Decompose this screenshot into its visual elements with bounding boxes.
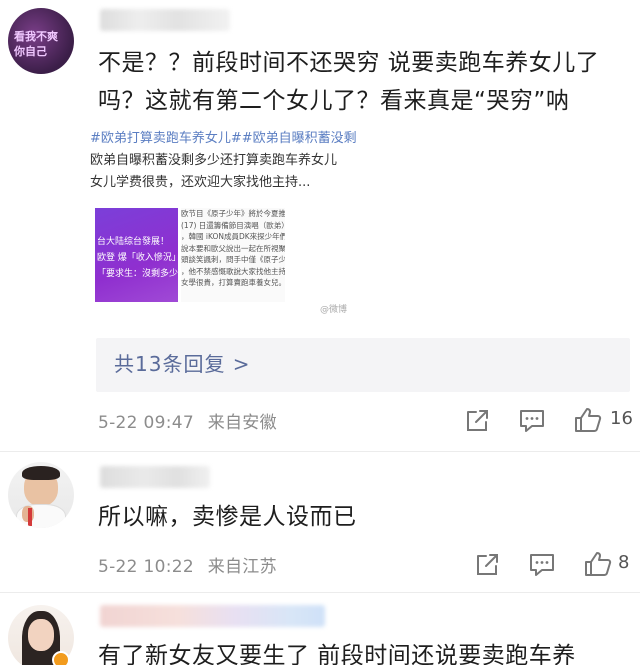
watermark: @微博: [320, 305, 348, 315]
comment-time: 5-22 09:47: [98, 413, 194, 433]
text-thumbnail[interactable]: 欧节目《原子少年》將於今夏推出 (17) 日還籌備節目演唱（歐弟） ，韓國 iK…: [181, 208, 285, 302]
quoted-line-2: 欧弟自曝积蓄没剩多少还打算卖跑车养女儿: [90, 153, 338, 168]
comment-text: 所以嘛，卖惨是人设而已: [98, 504, 357, 530]
comment-meta: 5-22 09:47 来自安徽: [98, 408, 277, 433]
comment-location: 来自江苏: [207, 557, 277, 577]
thumb-text-line: 頭談笑諷刺，問手中僅《原子少年》: [181, 255, 285, 264]
comment-icon[interactable]: [526, 548, 558, 580]
comment-text: 有了新女友又要生了 前段时间还说要卖跑车养: [98, 643, 576, 665]
comment-1: 看我不爽 你自己 不是？？前段时间不还哭穷 说要卖跑车养女儿了吗？这就有第二个女…: [0, 0, 640, 450]
comment-3: 有了新女友又要生了 前段时间还说要卖跑车养: [0, 593, 640, 665]
comment-icon[interactable]: [516, 404, 548, 436]
comment-time: 5-22 10:22: [98, 557, 194, 577]
thumb-text-line: 欧节目《原子少年》將於今夏推出: [181, 209, 285, 218]
image-thumbnail[interactable]: 台大陆综台發展！ 欧登 爆「收入慘況」 「要求生：沒剩多少了: [95, 208, 187, 302]
thumb-text-line: ，他不禁感慨歌說大家找他主持，: [181, 266, 285, 276]
like-icon[interactable]: [572, 404, 604, 436]
replies-label: 共13条回复 >: [114, 352, 251, 376]
avatar-text-2: 你自己: [14, 45, 47, 58]
like-icon[interactable]: [582, 548, 614, 580]
quoted-line-3: 女儿学费很贵，还欢迎大家找他主持...: [90, 175, 311, 190]
share-icon[interactable]: [472, 548, 504, 580]
username-blurred[interactable]: [100, 466, 210, 488]
quoted-images[interactable]: 台大陆综台發展！ 欧登 爆「收入慘況」 「要求生：沒剩多少了 欧节目《原子少年》…: [95, 208, 285, 302]
quoted-post[interactable]: #欧弟打算卖跑车养女儿##欧弟自曝积蓄没剩 欧弟自曝积蓄没剩多少还打算卖跑车养女…: [90, 128, 365, 194]
comment-location: 来自安徽: [207, 413, 277, 433]
avatar[interactable]: 看我不爽 你自己: [8, 8, 74, 74]
share-icon[interactable]: [462, 404, 494, 436]
thumb-text-line: ，韓國 iKON成員DK來探少年們: [181, 232, 285, 241]
avatar[interactable]: [8, 462, 74, 528]
thumb-caption-3: 「要求生：沒剩多少了: [97, 269, 188, 279]
avatar-text-1: 看我不爽: [14, 30, 58, 43]
thumb-text-line: 說本要和歐父說出一起在所視聚: [181, 243, 285, 253]
username-blurred[interactable]: [100, 9, 230, 31]
like-count: 16: [610, 408, 633, 429]
thumb-caption-2: 欧登 爆「收入慘況」: [97, 253, 181, 263]
comment-meta: 5-22 10:22 来自江苏: [98, 552, 277, 577]
thumb-text-line: (17) 日還籌備節目演唱（歐弟）: [181, 220, 285, 230]
username-blurred[interactable]: [100, 605, 325, 627]
quoted-hashtags[interactable]: #欧弟打算卖跑车养女儿##欧弟自曝积蓄没剩: [90, 128, 365, 150]
comment-2: 所以嘛，卖惨是人设而已 5-22 10:22 来自江苏 8: [0, 452, 640, 592]
view-replies-button[interactable]: 共13条回复 >: [96, 338, 630, 392]
thumb-caption-1: 台大陆综台發展！: [97, 237, 170, 247]
like-count: 8: [618, 552, 630, 573]
thumb-text-line: 女學很貴，打算賣跑車養女兒。: [181, 278, 285, 287]
verified-badge-icon: [52, 651, 70, 665]
comment-text: 不是？？前段时间不还哭穷 说要卖跑车养女儿了吗？这就有第二个女儿了？看来真是“哭…: [98, 50, 600, 114]
